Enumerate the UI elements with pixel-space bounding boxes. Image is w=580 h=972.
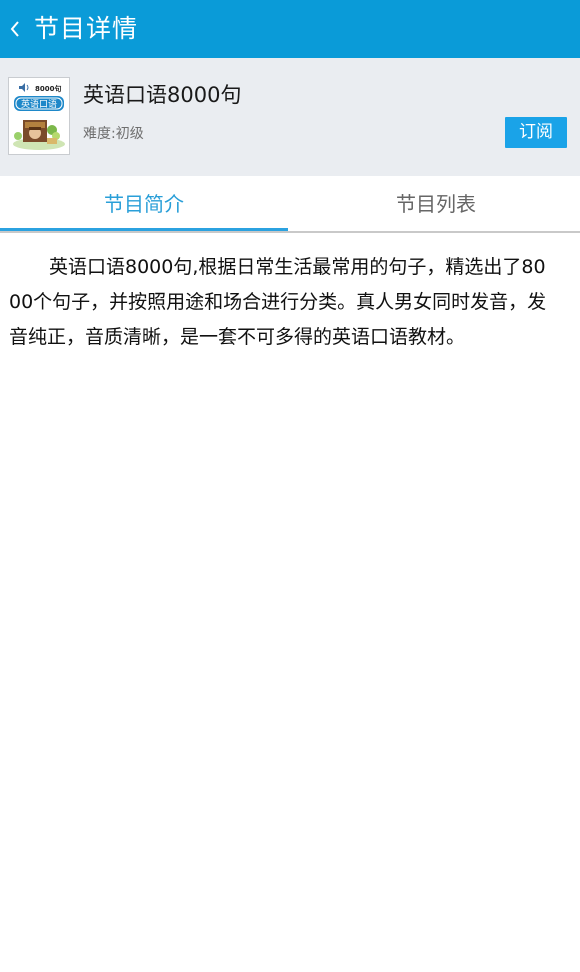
tab-divider	[0, 231, 580, 233]
program-title: 英语口语8000句	[83, 83, 242, 107]
tab-bar: 节目简介 节目列表	[0, 176, 580, 233]
program-summary: 8000句 英语口语 英语口语8000句 难度:初级 订阅	[0, 58, 580, 176]
tab-program-intro[interactable]: 节目简介	[0, 176, 288, 231]
chevron-left-icon	[9, 18, 21, 40]
difficulty-label: 难度:初级	[83, 126, 144, 142]
page-title: 节目详情	[34, 14, 139, 43]
app-bar: 节目详情	[0, 0, 580, 58]
program-cover-image: 8000句 英语口语	[8, 77, 70, 155]
tab-program-list[interactable]: 节目列表	[292, 176, 580, 231]
cover-count-text: 8000句	[35, 84, 61, 93]
program-description: 英语口语8000句,根据日常生活最常用的句子，精选出了8000个句子，并按照用途…	[9, 256, 547, 348]
cover-title-text: 英语口语	[21, 98, 57, 110]
back-button[interactable]	[0, 0, 30, 58]
subscribe-button[interactable]: 订阅	[505, 117, 567, 148]
